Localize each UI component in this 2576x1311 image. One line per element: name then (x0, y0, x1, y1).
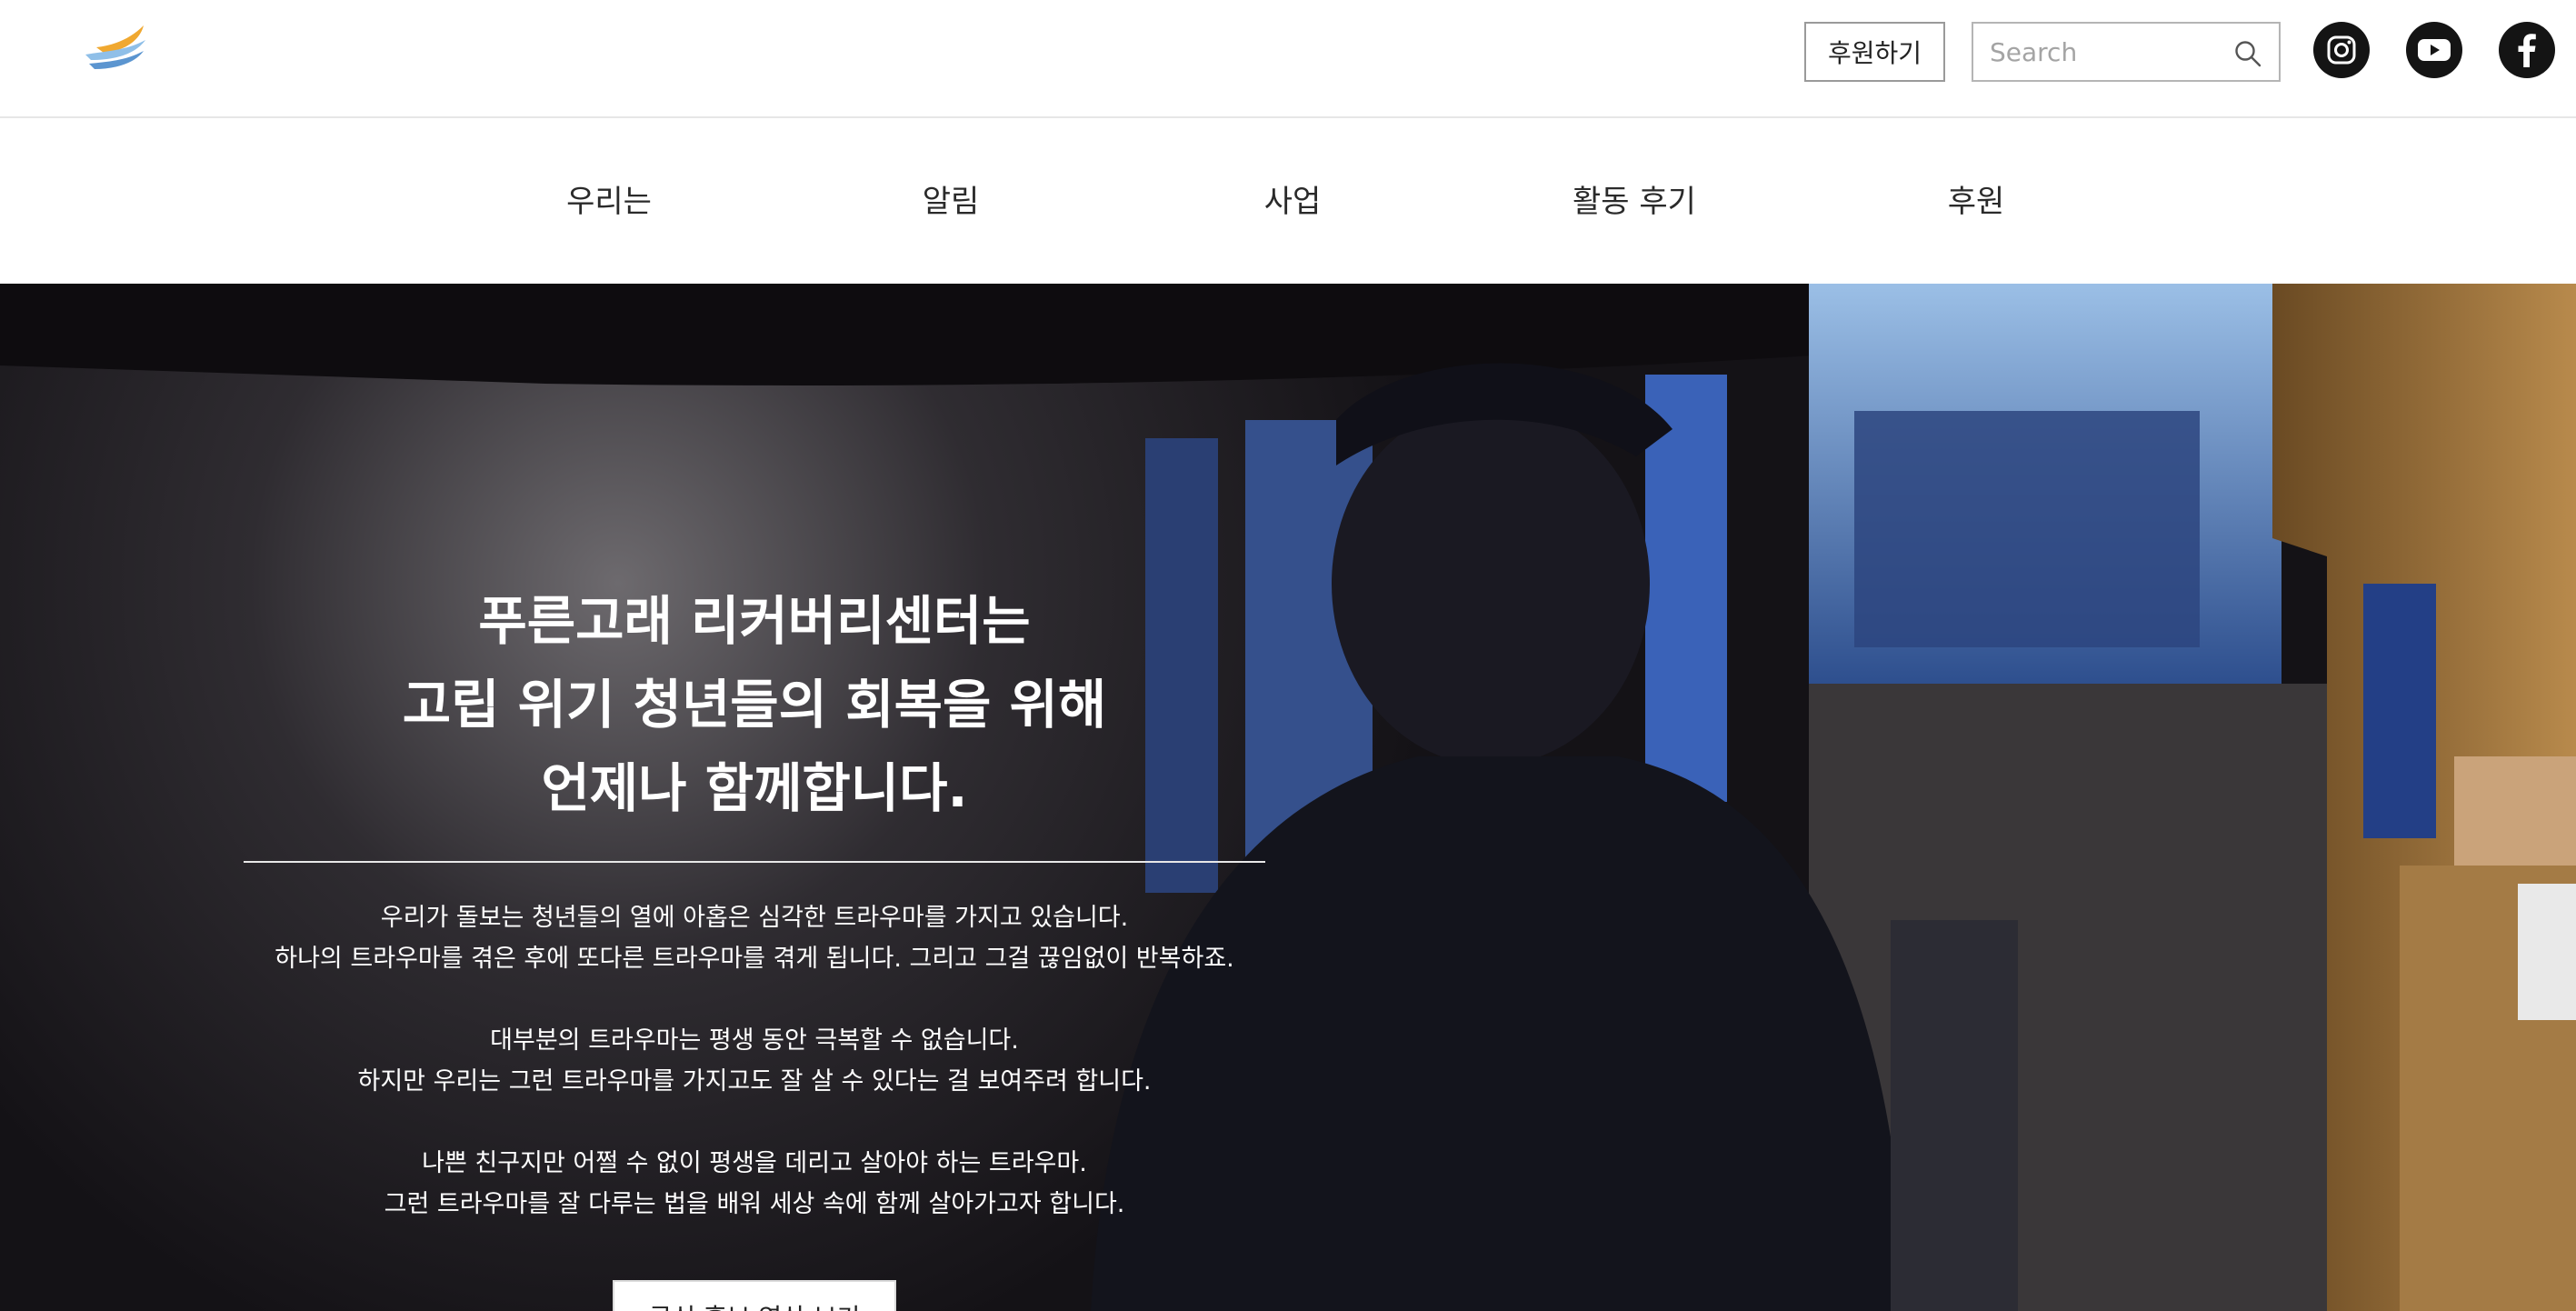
hero-paragraph-line: 나쁜 친구지만 어쩔 수 없이 평생을 데리고 살아야 하는 트라우마. (422, 1149, 1087, 1177)
nav-item-support[interactable]: 후원 (1948, 176, 2005, 221)
nav-item-about[interactable]: 우리는 (566, 176, 652, 221)
nav-item-projects[interactable]: 사업 (1264, 176, 1322, 221)
hero-paragraph: 나쁜 친구지만 어쩔 수 없이 평생을 데리고 살아야 하는 트라우마. 그런 … (244, 1143, 1265, 1225)
top-header: 후원하기 (0, 0, 2576, 118)
nav-item-news[interactable]: 알림 (923, 176, 980, 221)
hero-paragraph-line: 하지만 우리는 그런 트라우마를 가지고도 잘 살 수 있다는 걸 보여주려 합… (357, 1067, 1152, 1096)
facebook-icon[interactable] (2499, 22, 2555, 78)
hero-paragraph-line: 우리가 돌보는 청년들의 열에 아홉은 심각한 트라우마를 가지고 있습니다. (380, 904, 1129, 932)
hero-paragraph: 우리가 돌보는 청년들의 열에 아홉은 심각한 트라우마를 가지고 있습니다. … (244, 897, 1265, 979)
hero-content: 푸른고래 리커버리센터는 고립 위기 청년들의 회복을 위해 언제나 함께합니다… (244, 284, 1265, 1311)
hero-paragraph: 대부분의 트라우마는 평생 동안 극복할 수 없습니다. 하지만 우리는 그런 … (244, 1020, 1265, 1102)
instagram-icon[interactable] (2313, 22, 2370, 78)
search-icon[interactable] (2233, 39, 2262, 68)
hero-section: 푸른고래 리커버리센터는 고립 위기 청년들의 회복을 위해 언제나 함께합니다… (0, 284, 2576, 1311)
hero-title-line: 언제나 함께합니다. (541, 757, 968, 819)
youtube-icon[interactable] (2406, 22, 2462, 78)
promo-video-button[interactable]: 공식 홍보 영상 보기 (613, 1280, 896, 1311)
donate-button[interactable]: 후원하기 (1804, 22, 1945, 82)
hero-title-line: 푸른고래 리커버리센터는 (478, 590, 1031, 652)
hero-paragraph-line: 그런 트라우마를 잘 다루는 법을 배워 세상 속에 함께 살아가고자 합니다. (384, 1190, 1125, 1218)
hero-title: 푸른고래 리커버리센터는 고립 위기 청년들의 회복을 위해 언제나 함께합니다… (244, 579, 1265, 830)
hero-paragraph-line: 대부분의 트라우마는 평생 동안 극복할 수 없습니다. (490, 1026, 1019, 1055)
hero-paragraph-line: 하나의 트라우마를 겪은 후에 또다른 트라우마를 겪게 됩니다. 그리고 그걸… (275, 945, 1234, 973)
nav-item-reviews[interactable]: 활동 후기 (1573, 176, 1696, 221)
hero-description: 우리가 돌보는 청년들의 열에 아홉은 심각한 트라우마를 가지고 있습니다. … (244, 897, 1265, 1266)
hero-title-line: 고립 위기 청년들의 회복을 위해 (402, 674, 1107, 736)
main-nav: 우리는 알림 사업 활동 후기 후원 (0, 120, 2576, 284)
blue-whale-wave-logo-icon[interactable] (78, 20, 156, 75)
search-box (1972, 22, 2281, 82)
search-input[interactable] (1973, 24, 2219, 80)
hero-divider (244, 861, 1265, 863)
